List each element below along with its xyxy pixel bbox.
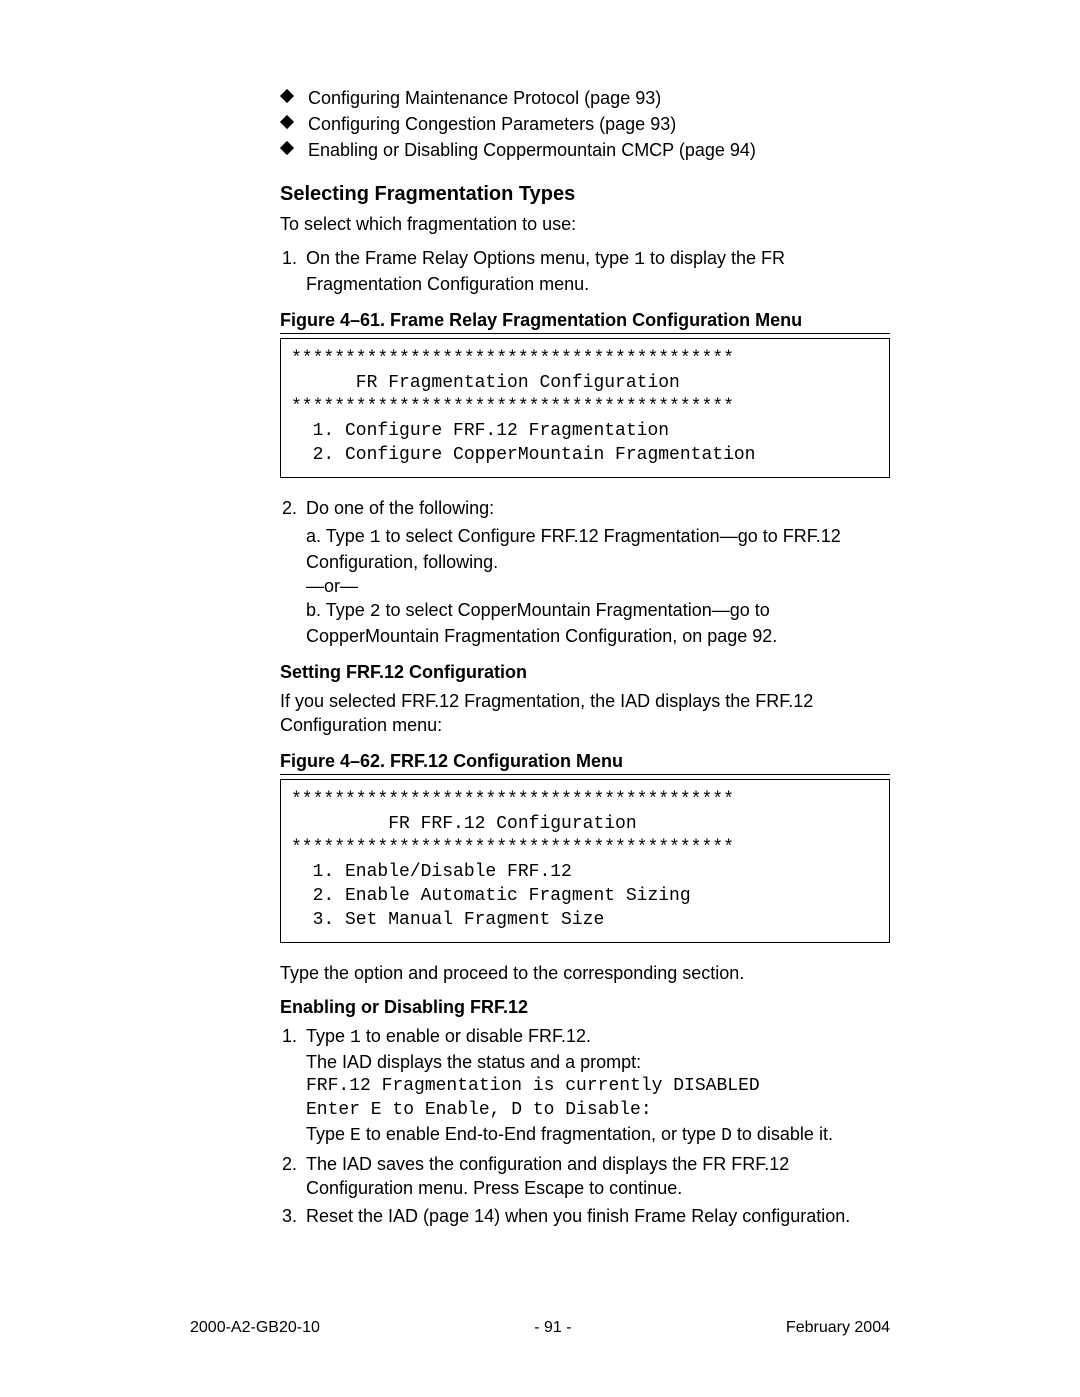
footer-doc-id: 2000-A2-GB20-10 — [190, 1319, 320, 1337]
bullet-text: Configuring Congestion Parameters (page … — [308, 114, 676, 134]
bullet-text: Configuring Maintenance Protocol (page 9… — [308, 88, 661, 108]
inline-code: 1 — [370, 528, 381, 548]
terminal-line: FRF.12 Fragmentation is currently DISABL… — [306, 1074, 890, 1098]
page-footer: 2000-A2-GB20-10 - 91 - February 2004 — [190, 1319, 890, 1337]
list-item: On the Frame Relay Options menu, type 1 … — [302, 246, 890, 296]
intro-paragraph: To select which fragmentation to use: — [280, 212, 890, 236]
substep-text: to select Configure FRF.12 Fragmentation… — [306, 526, 841, 572]
top-bullet-list: Configuring Maintenance Protocol (page 9… — [280, 85, 890, 163]
figure-caption-62: Figure 4–62. FRF.12 Configuration Menu — [280, 751, 890, 775]
bullet-item: Enabling or Disabling Coppermountain CMC… — [280, 137, 890, 163]
section-heading: Selecting Fragmentation Types — [280, 183, 890, 206]
subheading-enable: Enabling or Disabling FRF.12 — [280, 997, 890, 1018]
terminal-box-62: ****************************************… — [280, 779, 890, 943]
diamond-icon — [280, 115, 294, 129]
inline-code: 2 — [370, 602, 381, 622]
document-page: Configuring Maintenance Protocol (page 9… — [0, 0, 1080, 1397]
step-text: The IAD saves the configuration and disp… — [306, 1154, 789, 1198]
list-item: The IAD saves the configuration and disp… — [302, 1152, 890, 1200]
substep-text: b. Type — [306, 600, 370, 620]
step-text: to enable or disable FRF.12. — [361, 1026, 591, 1046]
terminal-line: Enter E to Enable, D to Disable: — [306, 1098, 890, 1122]
step-text: On the Frame Relay Options menu, type — [306, 248, 634, 268]
enable-procedure-list: Type 1 to enable or disable FRF.12. The … — [280, 1024, 890, 1228]
inline-code: E — [350, 1126, 361, 1146]
bullet-item: Configuring Maintenance Protocol (page 9… — [280, 85, 890, 111]
substep-text: a. Type — [306, 526, 370, 546]
procedure-list-2: Do one of the following: a. Type 1 to se… — [280, 496, 890, 648]
bullet-item: Configuring Congestion Parameters (page … — [280, 111, 890, 137]
frf12-intro: If you selected FRF.12 Fragmentation, th… — [280, 689, 890, 737]
list-item: Type 1 to enable or disable FRF.12. The … — [302, 1024, 890, 1148]
step-text: The IAD displays the status and a prompt… — [306, 1050, 890, 1074]
diamond-icon — [280, 89, 294, 103]
figure-caption-61: Figure 4–61. Frame Relay Fragmentation C… — [280, 310, 890, 334]
procedure-list-1: On the Frame Relay Options menu, type 1 … — [280, 246, 890, 296]
step-text: Type — [306, 1026, 350, 1046]
step-text: to disable it. — [732, 1124, 833, 1144]
inline-code: D — [721, 1126, 732, 1146]
after-figure-text: Type the option and proceed to the corre… — [280, 961, 890, 985]
inline-code: 1 — [350, 1028, 361, 1048]
step-text: Type — [306, 1124, 350, 1144]
step-text: Reset the IAD (page 14) when you finish … — [306, 1206, 850, 1226]
subheading-frf12: Setting FRF.12 Configuration — [280, 662, 890, 683]
footer-page-number: - 91 - — [534, 1319, 571, 1337]
inline-code: 1 — [634, 250, 645, 270]
footer-date: February 2004 — [786, 1319, 890, 1337]
terminal-box-61: ****************************************… — [280, 338, 890, 478]
list-item: Do one of the following: a. Type 1 to se… — [302, 496, 890, 648]
step-text: Do one of the following: — [306, 498, 494, 518]
list-item: Reset the IAD (page 14) when you finish … — [302, 1204, 890, 1228]
diamond-icon — [280, 141, 294, 155]
bullet-text: Enabling or Disabling Coppermountain CMC… — [308, 140, 756, 160]
step-text: to enable End-to-End fragmentation, or t… — [361, 1124, 721, 1144]
or-separator: —or— — [306, 574, 890, 598]
